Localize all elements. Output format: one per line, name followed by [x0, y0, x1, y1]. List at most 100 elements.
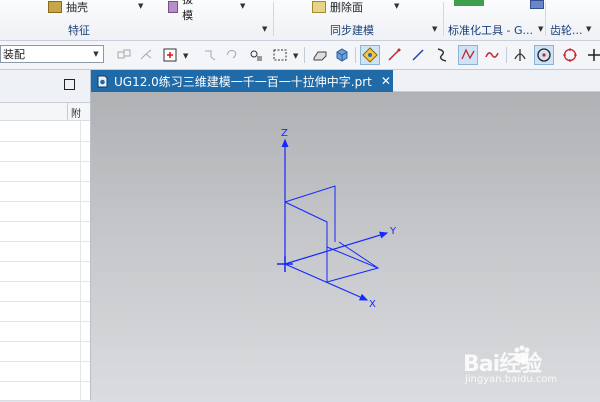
spline-tool-button[interactable]: [458, 45, 478, 65]
quadrant-point-button[interactable]: [560, 45, 580, 65]
draft-button-label: 拔模: [182, 0, 194, 22]
chevron-down-icon: ▼: [93, 50, 99, 58]
draft-button[interactable]: 拔模: [168, 0, 197, 22]
close-icon[interactable]: ✕: [381, 74, 391, 88]
lasso-select-button[interactable]: [222, 45, 242, 65]
snap-point-button[interactable]: [360, 45, 380, 65]
curve-tool-button[interactable]: [432, 45, 452, 65]
navigator-row[interactable]: [0, 121, 90, 142]
graphics-window[interactable]: Z Y X Bai经验 jingyan.baidu.com: [91, 92, 600, 400]
ribbon-group-sync-modeling-label: 同步建模: [330, 24, 374, 37]
assembly-filter-value: 装配: [3, 48, 25, 61]
document-tab-title: UG12.0练习三维建模一千一百一十拉伸中字.prt: [114, 74, 372, 89]
assembly-filter-dropdown[interactable]: 装配 ▼: [0, 45, 104, 63]
navigator-row[interactable]: [0, 381, 90, 402]
lasso-icon: [226, 50, 237, 59]
y-axis: [284, 231, 389, 265]
navigator-row[interactable]: [0, 221, 90, 242]
intersection-point-button[interactable]: [510, 45, 530, 65]
snap-point-icon: [362, 47, 378, 63]
row-column-divider: [80, 261, 81, 281]
navigator-row[interactable]: [0, 141, 90, 162]
gear-group-expand-arrow[interactable]: ▼: [586, 25, 591, 33]
toolbar-separator: [355, 47, 356, 63]
delete-face-button[interactable]: 删除面: [312, 0, 363, 14]
toolbar-separator: [304, 47, 305, 63]
row-column-divider: [80, 321, 81, 341]
dashed-rectangle-icon: [273, 49, 287, 61]
ribbon-group-sync-modeling: 删除面 ▼ 同步建模 ▼: [274, 0, 442, 40]
row-column-divider: [80, 341, 81, 361]
shell-dropdown-arrow[interactable]: ▼: [138, 2, 143, 10]
standard-tools-expand-arrow[interactable]: ▼: [538, 25, 543, 33]
watermark: Bai经验 jingyan.baidu.com: [455, 340, 600, 400]
selection-box-icon: [163, 48, 177, 62]
delete-face-button-label: 删除面: [330, 1, 363, 14]
ribbon-group-standard-tools-label: 标准化工具 - G...: [448, 24, 533, 37]
navigator-column-label: 附: [71, 109, 81, 120]
x-axis-label: X: [369, 299, 376, 310]
arrows-icon: [205, 50, 216, 61]
gear-tools-icon: [530, 0, 544, 9]
rectangle-select-button[interactable]: [270, 45, 290, 65]
s-curve-icon: [437, 48, 447, 62]
body-select-button[interactable]: [332, 45, 352, 65]
wave-curve-button[interactable]: [482, 45, 502, 65]
ribbon-group-features: 抽壳 ▼ 拔模 特征: [0, 0, 193, 40]
navigator-row[interactable]: [0, 301, 90, 322]
column-divider[interactable]: [67, 103, 68, 120]
ribbon-group-gear: 齿轮... ▼: [530, 0, 600, 40]
line-icon: [388, 48, 401, 61]
move-select-button[interactable]: [200, 45, 220, 65]
row-column-divider: [80, 241, 81, 261]
snap-settings-button[interactable]: [246, 45, 266, 65]
component-select-button[interactable]: [114, 45, 134, 65]
z-axis-label: Z: [281, 128, 288, 139]
sync-group-expand-arrow[interactable]: ▼: [432, 25, 437, 33]
horizontal-sketch[interactable]: [326, 241, 380, 283]
navigator-row[interactable]: [0, 161, 90, 182]
navigator-row[interactable]: [0, 241, 90, 262]
origin-marker: [277, 256, 293, 272]
center-circle-icon: [537, 48, 551, 62]
ribbon-group-standard-tools: 标准化工具 - G... ▼: [444, 0, 544, 40]
line-tool-button[interactable]: [384, 45, 404, 65]
document-tab[interactable]: UG12.0练习三维建模一千一百一十拉伸中字.prt ✕: [91, 70, 393, 92]
row-column-divider: [80, 141, 81, 161]
ribbon-group-gear-label: 齿轮...: [550, 24, 583, 37]
x-axis: [284, 263, 369, 301]
cross-point-button[interactable]: [584, 45, 600, 65]
selection-scope-dropdown-arrow[interactable]: ▼: [183, 52, 188, 60]
center-point-button[interactable]: [534, 45, 554, 65]
row-column-divider: [80, 161, 81, 181]
plus-icon: [588, 49, 600, 61]
navigator-row[interactable]: [0, 281, 90, 302]
delete-face-dropdown-arrow[interactable]: ▼: [394, 2, 399, 10]
fork-select-button[interactable]: [136, 45, 156, 65]
wave-icon: [485, 52, 499, 58]
navigator-row[interactable]: [0, 341, 90, 362]
quadrant-circle-icon: [563, 48, 577, 62]
rectangle-select-dropdown-arrow[interactable]: ▼: [293, 52, 298, 60]
face-select-button[interactable]: [310, 45, 330, 65]
navigator-row[interactable]: [0, 321, 90, 342]
features-group-expand-arrow[interactable]: ▼: [262, 25, 267, 33]
navigator-row[interactable]: [0, 181, 90, 202]
shell-button[interactable]: 抽壳: [48, 0, 88, 14]
ribbon: 抽壳 ▼ 拔模 特征 ▼ ▼ 删除面 ▼ 同步建模 ▼ 标准化工具 - G...…: [0, 0, 600, 41]
navigator-row[interactable]: [0, 201, 90, 222]
diagonal-line-icon: [412, 49, 424, 61]
row-column-divider: [80, 301, 81, 321]
part-navigator: 附: [0, 70, 91, 402]
standard-tools-icon: [454, 0, 484, 6]
snap-icon: [250, 50, 262, 61]
navigator-row[interactable]: [0, 361, 90, 382]
row-column-divider: [80, 201, 81, 221]
draft-dropdown-arrow[interactable]: ▼: [240, 2, 245, 10]
line-segment-button[interactable]: [408, 45, 428, 65]
maximize-icon[interactable]: [64, 79, 75, 90]
part-file-icon: [97, 75, 108, 87]
selection-scope-button[interactable]: [160, 45, 180, 65]
navigator-row[interactable]: [0, 261, 90, 282]
shell-icon: [48, 1, 62, 13]
